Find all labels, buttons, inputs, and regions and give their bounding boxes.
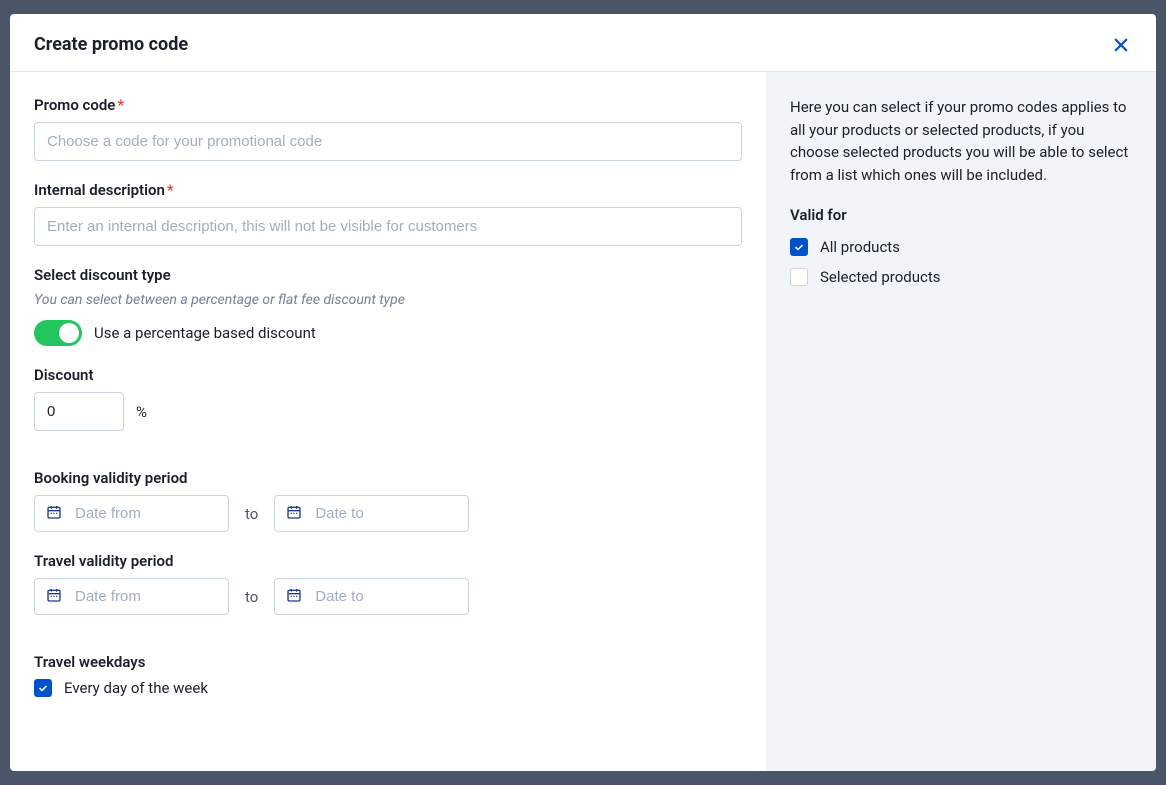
- toggle-knob: [59, 323, 79, 343]
- travel-weekdays-label: Travel weekdays: [34, 653, 742, 671]
- valid-for-heading: Valid for: [790, 206, 1132, 224]
- percentage-toggle-label: Use a percentage based discount: [94, 324, 316, 342]
- check-icon: [37, 682, 49, 694]
- booking-date-to-input[interactable]: [274, 495, 469, 532]
- travel-weekdays-group: Travel weekdays Every day of the week: [34, 653, 742, 697]
- modal-body: Promo code* Internal description* Select…: [10, 72, 1156, 771]
- travel-date-range: to: [34, 578, 742, 615]
- booking-validity-group: Booking validity period to: [34, 469, 742, 532]
- promo-code-group: Promo code*: [34, 96, 742, 161]
- travel-validity-group: Travel validity period to: [34, 552, 742, 615]
- every-day-row: Every day of the week: [34, 679, 742, 697]
- main-panel: Promo code* Internal description* Select…: [10, 72, 766, 771]
- travel-date-from-input[interactable]: [34, 578, 229, 615]
- internal-description-group: Internal description*: [34, 181, 742, 246]
- discount-unit: %: [136, 403, 147, 421]
- travel-date-from-wrapper: [34, 578, 229, 615]
- modal-header: Create promo code: [10, 14, 1156, 72]
- promo-code-label: Promo code*: [34, 96, 742, 114]
- discount-row: %: [34, 392, 742, 431]
- side-panel: Here you can select if your promo codes …: [766, 72, 1156, 771]
- discount-group: Discount %: [34, 366, 742, 431]
- side-description: Here you can select if your promo codes …: [790, 96, 1132, 186]
- booking-date-from-input[interactable]: [34, 495, 229, 532]
- discount-type-label: Select discount type: [34, 266, 742, 284]
- discount-type-group: Select discount type You can select betw…: [34, 266, 742, 346]
- create-promo-modal: Create promo code Promo code* Internal d…: [10, 14, 1156, 771]
- discount-type-toggle-row: Use a percentage based discount: [34, 320, 742, 346]
- all-products-row: All products: [790, 238, 1132, 256]
- internal-description-input[interactable]: [34, 207, 742, 246]
- booking-date-from-wrapper: [34, 495, 229, 532]
- selected-products-label: Selected products: [820, 268, 941, 286]
- selected-products-checkbox[interactable]: [790, 268, 808, 286]
- travel-to-separator: to: [245, 588, 258, 606]
- booking-date-range: to: [34, 495, 742, 532]
- selected-products-row: Selected products: [790, 268, 1132, 286]
- booking-validity-label: Booking validity period: [34, 469, 742, 487]
- discount-type-subtext: You can select between a percentage or f…: [34, 292, 742, 308]
- discount-label: Discount: [34, 366, 742, 384]
- booking-to-separator: to: [245, 505, 258, 523]
- all-products-checkbox[interactable]: [790, 238, 808, 256]
- travel-validity-label: Travel validity period: [34, 552, 742, 570]
- travel-date-to-wrapper: [274, 578, 469, 615]
- close-button[interactable]: [1108, 32, 1134, 61]
- all-products-label: All products: [820, 238, 900, 256]
- percentage-toggle[interactable]: [34, 320, 82, 346]
- booking-date-to-wrapper: [274, 495, 469, 532]
- travel-date-to-input[interactable]: [274, 578, 469, 615]
- internal-description-label: Internal description*: [34, 181, 742, 199]
- promo-code-input[interactable]: [34, 122, 742, 161]
- close-icon: [1112, 36, 1130, 54]
- discount-input[interactable]: [34, 392, 124, 431]
- every-day-checkbox[interactable]: [34, 679, 52, 697]
- check-icon: [793, 241, 805, 253]
- every-day-label: Every day of the week: [64, 679, 208, 697]
- modal-title: Create promo code: [34, 34, 188, 55]
